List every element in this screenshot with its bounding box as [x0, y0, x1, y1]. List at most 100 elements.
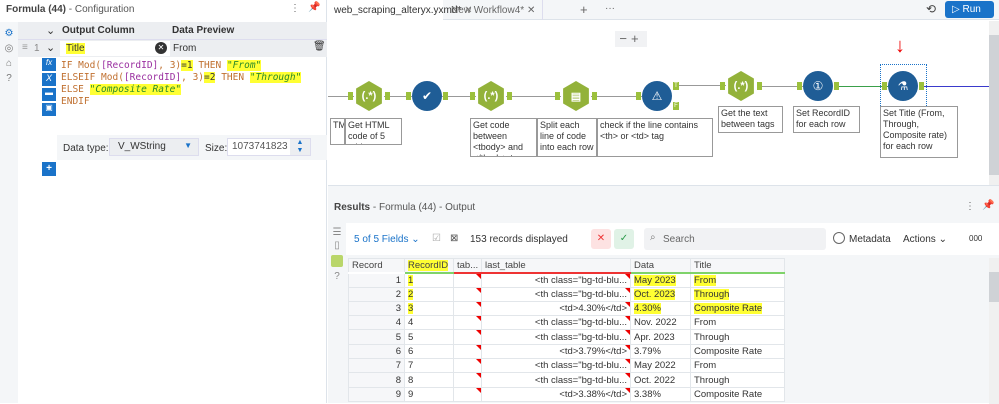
input-anchor[interactable]	[882, 82, 887, 90]
actions-dropdown[interactable]: Actions ⌄	[903, 234, 947, 245]
zoom-out-button[interactable]: −	[619, 31, 631, 46]
column-header[interactable]: RecordID	[404, 257, 454, 274]
table-row[interactable]: 2 2 <th class="bg-td-blu... Oct. 2023 Throug…	[348, 286, 785, 302]
input-anchor[interactable]	[348, 92, 353, 100]
table-cell[interactable]: 8	[348, 372, 405, 388]
tag-icon[interactable]: ⌂	[0, 58, 18, 69]
run-button[interactable]: ▷ Run	[945, 1, 994, 18]
table-row[interactable]: 9 9 <td>3.38%</td> 3.38% Composite Rate	[348, 386, 785, 402]
save-icon[interactable]: ▣	[42, 103, 56, 116]
output-anchor[interactable]	[507, 92, 512, 100]
table-cell[interactable]	[453, 372, 482, 388]
results-scrollbar[interactable]	[989, 258, 999, 404]
list-icon[interactable]: ☰	[328, 227, 346, 238]
table-cell[interactable]: <th class="bg-td-blu...	[481, 329, 631, 345]
table-row[interactable]: 1 1 <th class="bg-td-blu... May 2023 From	[348, 272, 785, 288]
table-cell[interactable]	[453, 343, 482, 360]
table-row[interactable]: 6 6 <td>3.79%</td> 3.79% Composite Rate	[348, 343, 785, 360]
table-cell[interactable]: Nov. 2022	[630, 315, 691, 331]
table-cell[interactable]: From	[690, 272, 785, 288]
function-icon[interactable]: fx	[42, 58, 56, 71]
table-cell[interactable]	[453, 386, 482, 402]
column-header[interactable]: Record	[348, 257, 405, 274]
table-cell[interactable]: Composite Rate	[690, 386, 785, 402]
input-anchor[interactable]	[470, 92, 475, 100]
input-anchor[interactable]	[406, 92, 411, 100]
table-cell[interactable]	[453, 329, 482, 345]
table-cell[interactable]: 2	[348, 286, 405, 302]
table-cell[interactable]: 8	[404, 372, 454, 388]
zoom-in-button[interactable]: +	[631, 31, 643, 46]
true-anchor[interactable]: T	[673, 82, 679, 90]
record-id-tool[interactable]: ①	[803, 71, 833, 101]
input-anchor[interactable]	[555, 92, 560, 100]
table-cell[interactable]: 1	[404, 272, 454, 288]
clear-icon[interactable]: ✕	[155, 42, 167, 54]
pin-icon[interactable]: 📌	[982, 200, 994, 211]
formula-tool[interactable]: ⚗	[888, 71, 918, 101]
select-tool[interactable]: ✔	[412, 81, 442, 111]
table-cell[interactable]: 9	[404, 386, 454, 402]
tab-workflow-2[interactable]: New Workflow4* ✕	[443, 0, 543, 20]
stepper-arrows-icon[interactable]: ▲ ▼	[290, 139, 310, 155]
table-cell[interactable]: 6	[404, 343, 454, 360]
regex-tool[interactable]: (.*)	[478, 81, 504, 111]
table-cell[interactable]: 3	[404, 300, 454, 317]
table-cell[interactable]	[453, 272, 482, 288]
data-view-icon[interactable]	[331, 255, 343, 267]
table-cell[interactable]	[453, 315, 482, 331]
drag-handle-icon[interactable]: ≡	[22, 42, 28, 53]
more-icon[interactable]: ⋮	[965, 201, 975, 212]
pin-icon[interactable]: 📌	[308, 2, 320, 13]
folder-icon[interactable]: ▬	[42, 88, 56, 101]
gear-icon[interactable]: ⚙	[0, 28, 18, 39]
metadata-radio[interactable]	[833, 232, 845, 244]
table-cell[interactable]: Through	[690, 372, 785, 388]
table-cell[interactable]: Through	[690, 329, 785, 345]
text-to-columns-tool[interactable]: ▤	[563, 81, 589, 111]
table-cell[interactable]: 1	[348, 272, 405, 288]
select-check-icon[interactable]: ☑	[432, 233, 441, 244]
table-row[interactable]: 8 8 <th class="bg-td-blu... Oct. 2022 Throug…	[348, 372, 785, 388]
output-anchor[interactable]	[757, 82, 762, 90]
cancel-filter-button[interactable]: ✕	[591, 229, 611, 249]
table-cell[interactable]: Oct. 2022	[630, 372, 691, 388]
table-row[interactable]: 5 5 <th class="bg-td-blu... Apr. 2023 Throug…	[348, 329, 785, 345]
help-icon[interactable]: ?	[328, 271, 346, 282]
column-header[interactable]: Title	[690, 257, 785, 274]
deselect-icon[interactable]: ⊠	[450, 233, 458, 244]
table-cell[interactable]	[453, 286, 482, 302]
table-row[interactable]: 7 7 <th class="bg-td-blu... May 2022 From	[348, 358, 785, 374]
table-cell[interactable]: 5	[348, 329, 405, 345]
table-cell[interactable]: <td>3.38%</td>	[481, 386, 631, 402]
table-cell[interactable]: <th class="bg-td-blu...	[481, 286, 631, 302]
table-cell[interactable]: 5	[404, 329, 454, 345]
history-icon[interactable]: ⟲	[926, 2, 936, 16]
input-anchor[interactable]	[636, 92, 641, 100]
column-header[interactable]: Data	[630, 257, 691, 274]
output-anchor[interactable]	[443, 92, 448, 100]
table-cell[interactable]: <th class="bg-td-blu...	[481, 272, 631, 288]
table-cell[interactable]: <td>3.79%</td>	[481, 343, 631, 360]
apply-filter-button[interactable]: ✓	[614, 229, 634, 249]
table-row[interactable]: 3 3 <td>4.30%</td> 4.30% Composite Rate	[348, 300, 785, 317]
table-cell[interactable]: <th class="bg-td-blu...	[481, 372, 631, 388]
table-row[interactable]: 4 4 <th class="bg-td-blu... Nov. 2022 From	[348, 315, 785, 331]
formula-editor[interactable]: IF Mod([RecordID], 3)=1 THEN "From" ELSEI…	[61, 60, 321, 108]
table-cell[interactable]: 4.30%	[630, 300, 691, 317]
trash-icon[interactable]: 🗑	[313, 41, 326, 52]
search-input[interactable]: ⌕ Search	[644, 228, 826, 250]
output-anchor[interactable]	[919, 82, 924, 90]
table-cell[interactable]: 7	[404, 358, 454, 374]
more-icon[interactable]: ⋮	[290, 3, 300, 14]
table-cell[interactable]: <th class="bg-td-blu...	[481, 358, 631, 374]
table-cell[interactable]: 3.38%	[630, 386, 691, 402]
output-anchor[interactable]	[592, 92, 597, 100]
workflow-canvas[interactable]: −+ ↓ (.*) ✔ (.*) ▤ ⚠ (.*) ① ⚗ T F TMLGet HTML code…	[328, 21, 989, 185]
input-anchor[interactable]	[720, 82, 725, 90]
table-cell[interactable]: Through	[690, 286, 785, 302]
more-options[interactable]: 000	[969, 234, 982, 243]
canvas-scrollbar[interactable]	[989, 21, 999, 185]
table-cell[interactable]: <td>4.30%</td>	[481, 300, 631, 317]
output-anchor[interactable]	[834, 82, 839, 90]
